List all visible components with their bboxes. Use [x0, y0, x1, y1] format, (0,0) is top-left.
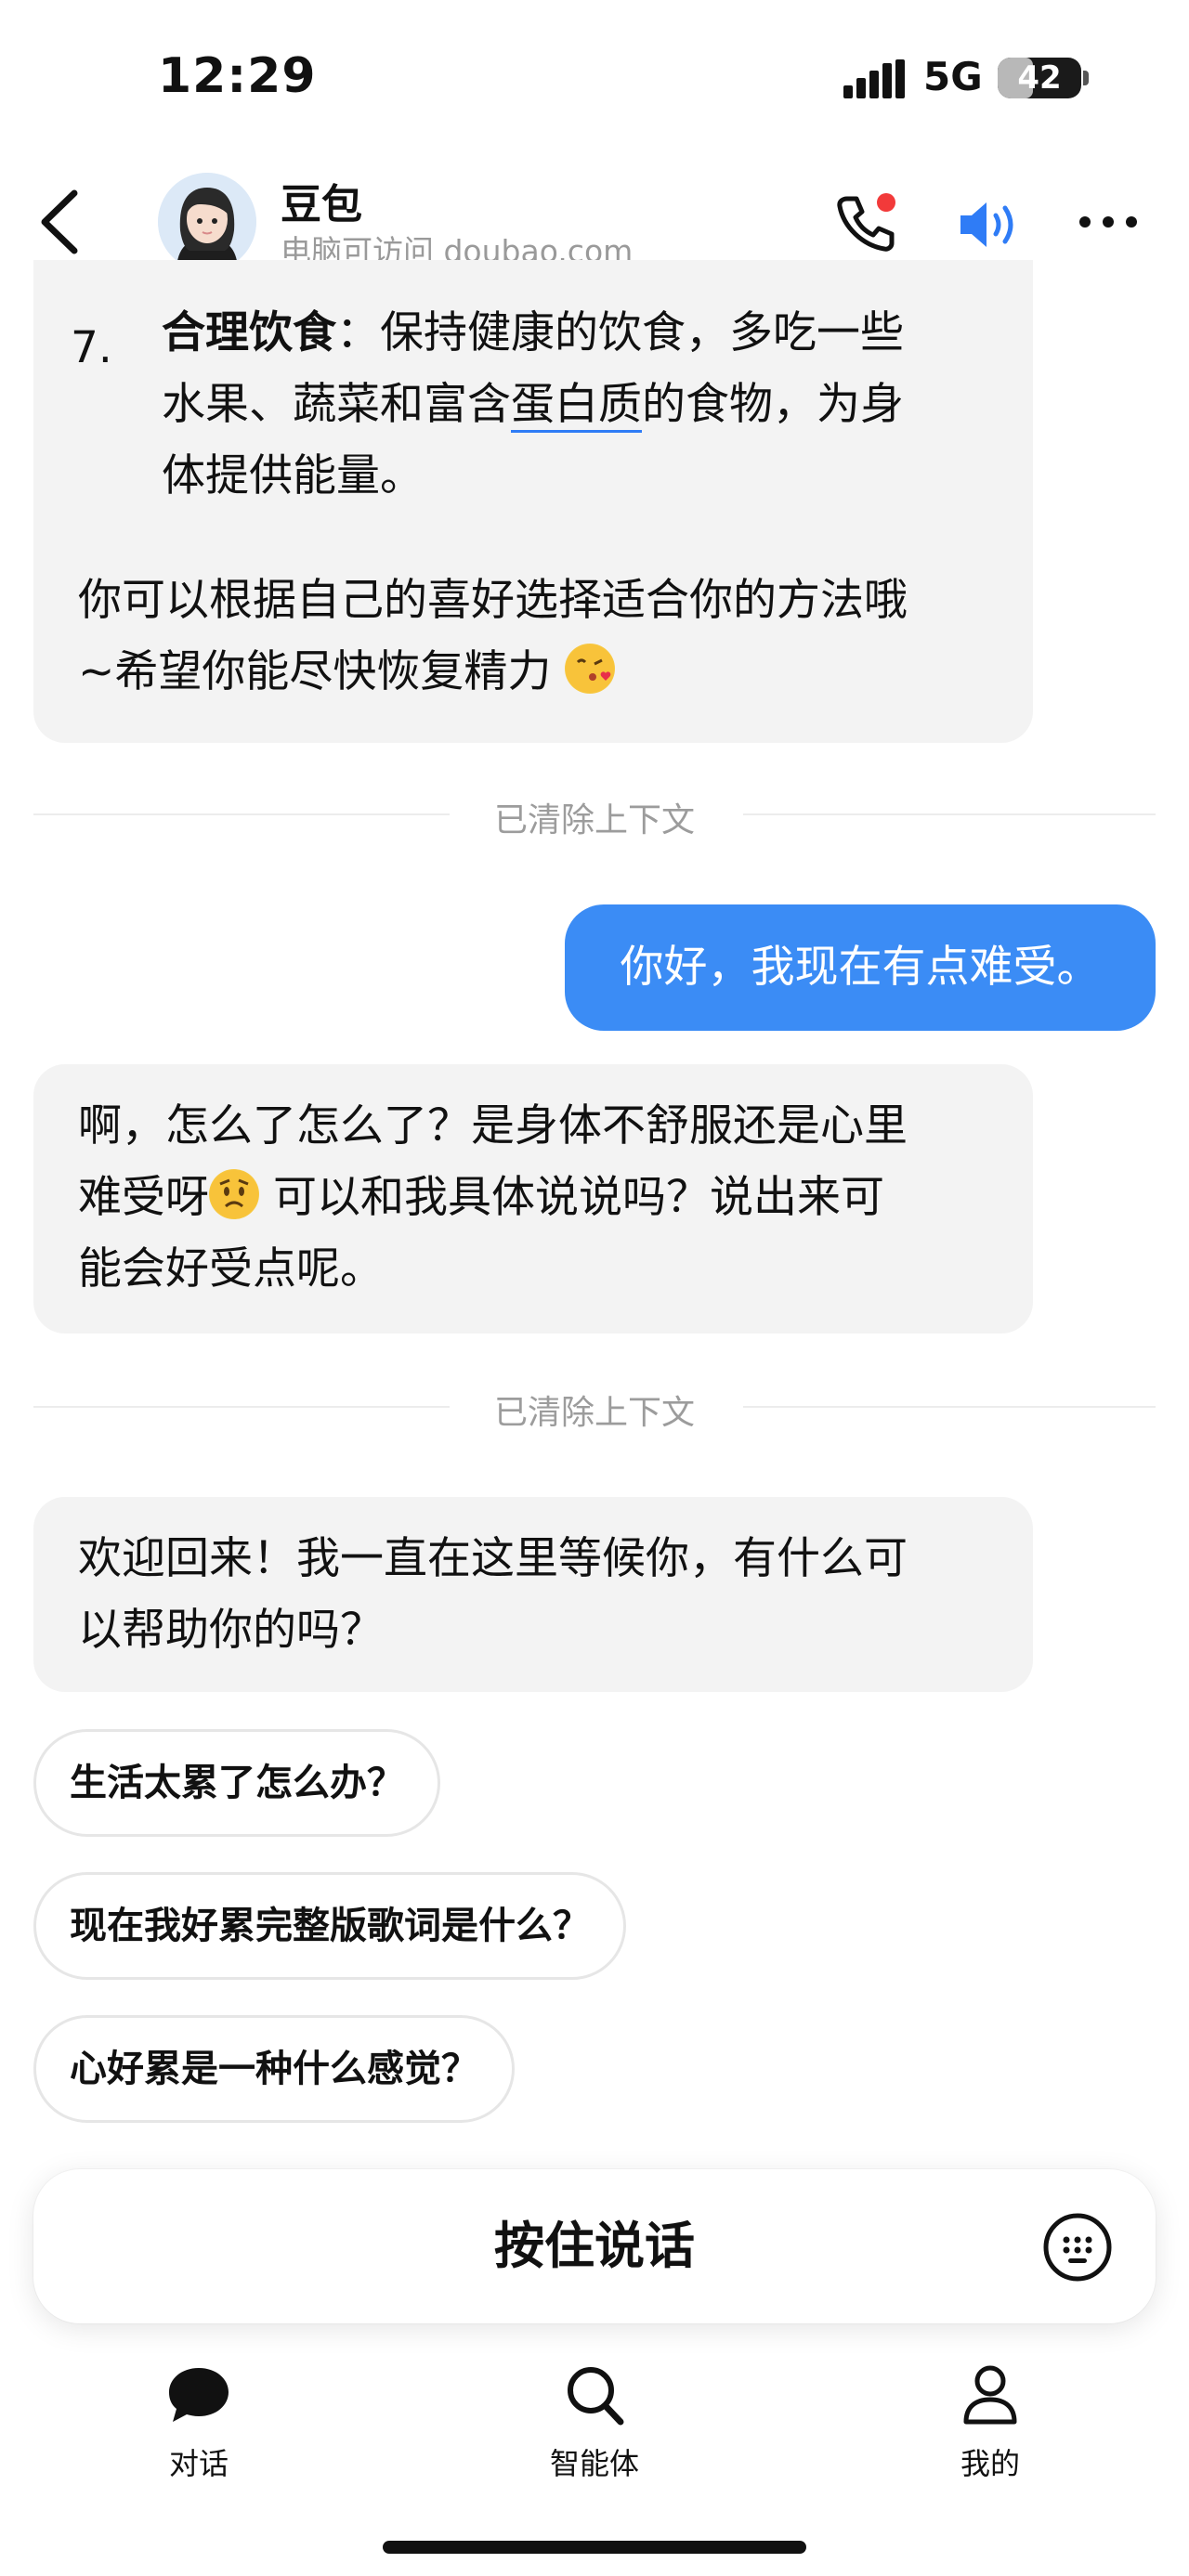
- tab-agents[interactable]: 智能体: [520, 2364, 669, 2483]
- speaker-icon[interactable]: [957, 195, 1022, 254]
- hold-to-talk-button[interactable]: 按住说话: [33, 2169, 1156, 2323]
- keyboard-icon[interactable]: [1042, 2212, 1113, 2283]
- message-line: 以帮助你的吗？: [78, 1605, 384, 1656]
- paragraph-line: 你可以根据自己的喜好选择适合你的方法哦: [78, 575, 908, 626]
- message-line: 欢迎回来！我一直在这里等候你，有什么可: [78, 1533, 908, 1584]
- battery-tip: [1083, 71, 1089, 85]
- list-number: 7.: [71, 322, 112, 373]
- home-indicator[interactable]: [383, 2541, 806, 2554]
- tab-label: 我的: [960, 2446, 1020, 2481]
- tab-profile[interactable]: 我的: [916, 2364, 1065, 2483]
- phone-call-icon[interactable]: [834, 191, 897, 254]
- worried-face-icon: [209, 1169, 259, 1219]
- message-line: 可以和我具体说说吗？说出来可: [259, 1172, 884, 1223]
- divider-line: [743, 1406, 1156, 1408]
- back-icon[interactable]: [33, 188, 89, 256]
- profile-icon: [963, 2365, 1017, 2425]
- list-item-title: 合理饮食: [162, 307, 336, 358]
- assistant-message: 7. 合理饮食：保持健康的饮食，多吃一些 水果、蔬菜和富含蛋白质的食物，为身 体…: [33, 260, 1033, 743]
- more-icon[interactable]: [1078, 208, 1139, 236]
- assistant-message: 啊，怎么了怎么了？是身体不舒服还是心里 难受呀 可以和我具体说说吗？说出来可 能…: [33, 1064, 1033, 1334]
- kiss-emoji-icon: [565, 644, 616, 694]
- context-cleared-label: 已清除上下文: [494, 1394, 696, 1432]
- list-item-text: 体提供能量。: [162, 450, 424, 501]
- avatar-image: [158, 173, 256, 271]
- message-line: 啊，怎么了怎么了？是身体不舒服还是心里: [78, 1100, 908, 1151]
- message-paragraph: 你可以根据自己的喜好选择适合你的方法哦 ~希望你能尽快恢复精力: [78, 565, 1026, 708]
- message-line: 能会好受点呢。: [78, 1243, 384, 1295]
- context-cleared-label: 已清除上下文: [494, 801, 696, 839]
- chat-icon: [169, 2368, 229, 2422]
- tab-label: 对话: [168, 2446, 229, 2481]
- tab-chat[interactable]: 对话: [124, 2364, 273, 2483]
- hold-to-talk-label: 按住说话: [494, 2217, 695, 2275]
- battery-level: 42: [1017, 59, 1062, 97]
- message-text: 欢迎回来！我一直在这里等候你，有什么可 以帮助你的吗？: [78, 1523, 1026, 1666]
- battery-icon: 42: [998, 58, 1081, 98]
- divider-line: [33, 1406, 450, 1408]
- status-time: 12:29: [158, 48, 317, 104]
- suggestion-chip[interactable]: 生活太累了怎么办？: [33, 1729, 440, 1837]
- list-item-text: ：保持健康的饮食，多吃一些: [336, 307, 904, 358]
- search-icon: [568, 2367, 624, 2426]
- list-item-text: 的食物，为身: [642, 379, 904, 430]
- tab-label: 智能体: [549, 2446, 639, 2481]
- user-message: 你好，我现在有点难受。: [565, 904, 1156, 1031]
- suggestion-chip[interactable]: 现在我好累完整版歌词是什么？: [33, 1872, 626, 1980]
- keyword-link[interactable]: 蛋白质: [511, 379, 642, 430]
- call-notification-dot: [877, 193, 895, 212]
- network-type: 5G: [923, 54, 983, 99]
- list-item: 合理饮食：保持健康的饮食，多吃一些 水果、蔬菜和富含蛋白质的食物，为身 体提供能…: [162, 297, 1035, 512]
- avatar[interactable]: [158, 173, 256, 271]
- assistant-message: 欢迎回来！我一直在这里等候你，有什么可 以帮助你的吗？: [33, 1497, 1033, 1692]
- divider-line: [33, 813, 450, 815]
- list-item-text: 水果、蔬菜和富含: [162, 379, 511, 430]
- message-text: 啊，怎么了怎么了？是身体不舒服还是心里 难受呀 可以和我具体说说吗？说出来可 能…: [78, 1090, 1026, 1305]
- suggestion-chip[interactable]: 心好累是一种什么感觉？: [33, 2015, 515, 2123]
- chat-title: 豆包: [281, 181, 362, 228]
- message-line: 难受呀: [78, 1172, 209, 1223]
- divider-line: [743, 813, 1156, 815]
- paragraph-line: ~希望你能尽快恢复精力: [78, 646, 552, 697]
- signal-icon: [843, 59, 905, 98]
